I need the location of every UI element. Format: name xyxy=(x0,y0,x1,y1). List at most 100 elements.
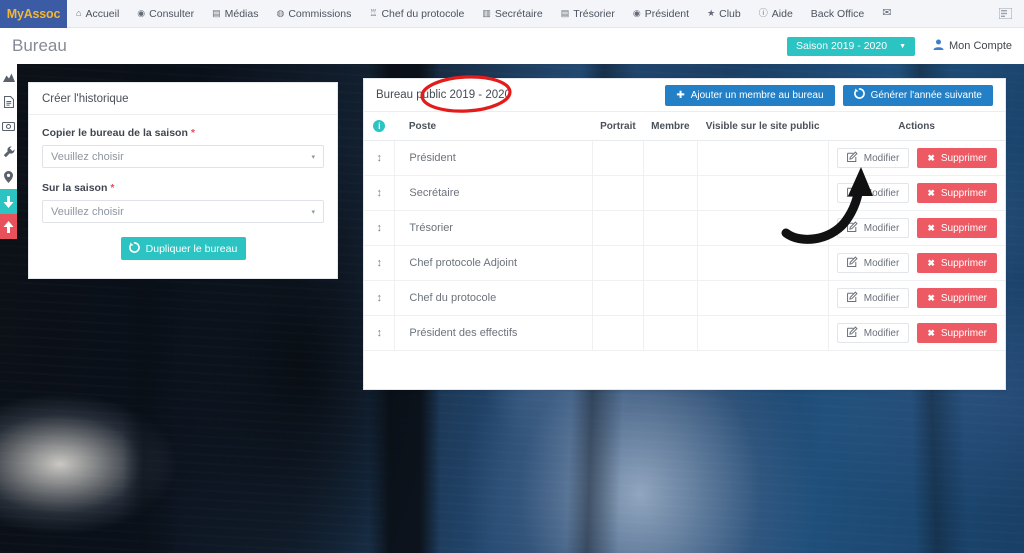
delete-button[interactable]: ✖ Supprimer xyxy=(917,218,997,238)
delete-button-label: Supprimer xyxy=(940,222,987,234)
rail-item-document[interactable] xyxy=(0,89,17,114)
cell-portrait xyxy=(592,280,645,316)
eye-icon: ◉ xyxy=(137,8,146,18)
envelope-icon: ✉ xyxy=(882,7,892,19)
pencil-square-icon xyxy=(846,256,858,270)
row-actions: Modifier ✖ Supprimer xyxy=(836,253,997,273)
target-season-select[interactable]: Veuillez choisir ▾ xyxy=(42,200,324,223)
nav-item-back-office[interactable]: Back Office xyxy=(802,0,874,27)
nav-item-chef-du-protocole[interactable]: ♖ Chef du protocole xyxy=(360,0,473,27)
delete-button-label: Supprimer xyxy=(940,327,987,339)
pencil-square-icon xyxy=(846,186,858,200)
edit-button[interactable]: Modifier xyxy=(836,148,910,168)
cell-membre xyxy=(643,315,698,351)
delete-button[interactable]: ✖ Supprimer xyxy=(917,323,997,343)
nav-item-secretaire[interactable]: ▥ Secrétaire xyxy=(473,0,551,27)
edit-button[interactable]: Modifier xyxy=(836,183,910,203)
info-icon: i xyxy=(373,120,386,132)
column-header-actions: Actions xyxy=(828,112,1005,141)
page-header-bar: Bureau Saison 2019 - 2020 ▼ Mon Compte xyxy=(0,28,1024,64)
sort-handle-icon[interactable]: ↕ xyxy=(376,292,382,304)
sort-handle-icon[interactable]: ↕ xyxy=(376,152,382,164)
cell-portrait xyxy=(592,315,645,351)
column-header-membre[interactable]: Membre xyxy=(643,112,698,141)
nav-item-label: Back Office xyxy=(810,7,865,20)
edit-button[interactable]: Modifier xyxy=(836,218,910,238)
edit-button[interactable]: Modifier xyxy=(836,288,910,308)
cell-poste: Trésorier xyxy=(394,210,593,246)
sort-handle-icon[interactable]: ↕ xyxy=(376,187,382,199)
nav-item-aide[interactable]: ⓘ Aide xyxy=(750,0,802,27)
column-header-portrait[interactable]: Portrait xyxy=(592,112,644,141)
row-actions: Modifier ✖ Supprimer xyxy=(836,148,997,168)
sort-handle-icon[interactable]: ↕ xyxy=(376,222,382,234)
download-arrow-icon xyxy=(3,195,14,208)
cell-portrait xyxy=(592,175,645,211)
create-history-card-body: Copier le bureau de la saison * Veuillez … xyxy=(29,115,337,278)
delete-button-label: Supprimer xyxy=(940,292,987,304)
home-icon: ⌂ xyxy=(76,8,82,18)
rail-item-money[interactable] xyxy=(0,114,17,139)
duplicate-bureau-button[interactable]: Dupliquer le bureau xyxy=(120,237,246,260)
row-drag-handle-cell: ↕ xyxy=(364,175,396,211)
nav-item-messages[interactable]: ✉ xyxy=(873,0,904,27)
add-member-button[interactable]: ✚ Ajouter un membre au bureau xyxy=(665,84,835,106)
target-season-label-text: Sur la saison xyxy=(42,182,108,194)
nav-item-consulter[interactable]: ◉ Consulter xyxy=(128,0,203,27)
nav-item-accueil[interactable]: ⌂ Accueil xyxy=(67,0,128,27)
pencil-square-icon xyxy=(846,221,858,235)
pencil-square-icon xyxy=(846,291,858,305)
cell-membre xyxy=(643,140,698,176)
refresh-icon xyxy=(853,88,865,102)
rail-item-settings[interactable] xyxy=(0,139,17,164)
edit-button[interactable]: Modifier xyxy=(836,323,910,343)
rail-item-download[interactable] xyxy=(0,189,17,214)
table-row: ↕ Président Modifier ✖ Supprimer xyxy=(364,140,1005,176)
file-icon: ▤ xyxy=(212,8,221,18)
cell-portrait xyxy=(592,210,645,246)
account-menu[interactable]: Mon Compte xyxy=(933,39,1012,53)
delete-button[interactable]: ✖ Supprimer xyxy=(917,288,997,308)
rail-item-location[interactable] xyxy=(0,164,17,189)
list-menu-icon[interactable] xyxy=(987,0,1024,27)
nav-item-tresorier[interactable]: ▤ Trésorier xyxy=(552,0,624,27)
row-actions: Modifier ✖ Supprimer xyxy=(836,183,997,203)
delete-button[interactable]: ✖ Supprimer xyxy=(917,148,997,168)
sort-handle-icon[interactable]: ↕ xyxy=(376,257,382,269)
pencil-square-icon xyxy=(846,151,858,165)
nav-item-president[interactable]: ◉ Président xyxy=(624,0,698,27)
table-body: ↕ Président Modifier ✖ Supprimer ↕ Secrétaire M… xyxy=(364,140,1005,351)
cell-visible xyxy=(697,315,829,351)
x-icon: ✖ xyxy=(927,152,935,163)
cell-actions: Modifier ✖ Supprimer xyxy=(828,315,1005,351)
edit-button-label: Modifier xyxy=(863,187,900,199)
brand-logo[interactable]: MyAssoc xyxy=(0,0,67,28)
season-selector[interactable]: Saison 2019 - 2020 ▼ xyxy=(787,36,916,56)
copy-season-label-text: Copier le bureau de la saison xyxy=(42,127,188,139)
page-header-actions: Saison 2019 - 2020 ▼ Mon Compte xyxy=(787,36,1012,56)
delete-button[interactable]: ✖ Supprimer xyxy=(917,253,997,273)
nav-item-label: Trésorier xyxy=(573,7,615,20)
account-menu-label: Mon Compte xyxy=(949,40,1012,52)
cell-actions: Modifier ✖ Supprimer xyxy=(828,245,1005,281)
location-pin-icon xyxy=(4,170,13,183)
sort-handle-icon[interactable]: ↕ xyxy=(376,327,382,339)
column-header-visible[interactable]: Visible sur le site public xyxy=(697,112,829,141)
nav-item-club[interactable]: ★ Club xyxy=(698,0,750,27)
edit-button[interactable]: Modifier xyxy=(836,253,910,273)
nav-item-medias[interactable]: ▤ Médias xyxy=(203,0,267,27)
copy-season-select[interactable]: Veuillez choisir ▾ xyxy=(42,145,324,168)
generate-next-year-button[interactable]: Générer l'année suivante xyxy=(842,84,993,106)
cell-actions: Modifier ✖ Supprimer xyxy=(828,210,1005,246)
rail-item-chart[interactable] xyxy=(0,64,17,89)
cell-actions: Modifier ✖ Supprimer xyxy=(828,140,1005,176)
delete-button[interactable]: ✖ Supprimer xyxy=(917,183,997,203)
pencil-square-icon xyxy=(846,326,858,340)
rail-item-upload[interactable] xyxy=(0,214,17,239)
column-header-poste[interactable]: Poste xyxy=(394,112,593,141)
nav-item-commissions[interactable]: ◍ Commissions xyxy=(267,0,360,27)
create-history-card: Créer l'historique Copier le bureau de l… xyxy=(28,82,338,279)
x-icon: ✖ xyxy=(927,257,935,268)
bureau-public-title: Bureau public 2019 - 2020 xyxy=(376,89,511,101)
chevron-down-icon: ▾ xyxy=(311,153,315,161)
